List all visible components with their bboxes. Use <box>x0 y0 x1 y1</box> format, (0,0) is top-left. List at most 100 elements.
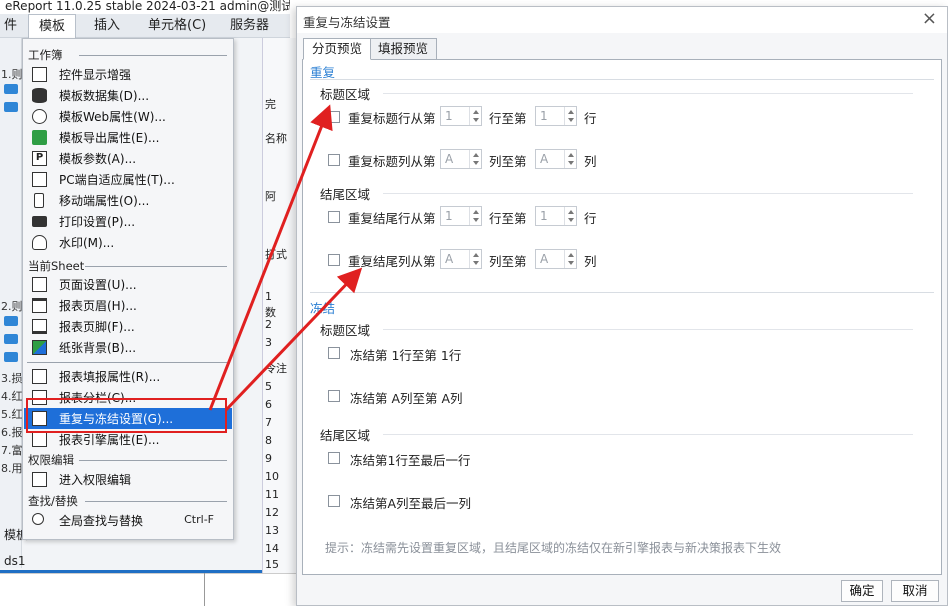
menu-item-print-settings[interactable]: 打印设置(P)... <box>24 211 232 232</box>
menu-item-web-attr[interactable]: 模板Web属性(W)... <box>24 106 232 127</box>
tab-fill-preview[interactable]: 填报预览 <box>369 38 438 60</box>
menu-item-report-header[interactable]: 报表页眉(H)... <box>24 295 232 316</box>
stepper-arrows-icon[interactable] <box>564 207 576 225</box>
freeze-title-rows-checkbox[interactable] <box>328 347 340 359</box>
dataset-name[interactable]: ds1 <box>4 554 26 568</box>
repeat-footer-row-from-stepper[interactable]: 1 <box>440 206 482 226</box>
folder-icon <box>4 352 18 362</box>
tree-item[interactable]: 8.用 <box>1 460 23 476</box>
tree-item[interactable]: 4.红 <box>1 388 23 404</box>
repeat-footer-area-heading: 结尾区域 <box>320 187 371 202</box>
sheet-area <box>0 573 300 606</box>
tab-page-preview[interactable]: 分页预览 <box>303 38 372 60</box>
menu-cell[interactable]: 单元格(C) <box>138 14 216 38</box>
footer-icon <box>32 319 47 334</box>
menu-item-label: 报表引擎属性(E)... <box>59 433 160 447</box>
tree-item[interactable]: 2.则 <box>1 298 23 314</box>
menu-item-label: 水印(M)... <box>59 236 115 250</box>
repeat-footer-rows-checkbox[interactable] <box>328 211 340 223</box>
row-number: 5 <box>265 380 272 393</box>
menu-item-page-setup[interactable]: 页面设置(U)... <box>24 274 232 295</box>
grid-label: 名称 <box>265 132 287 145</box>
menu-item-export-attr[interactable]: 模板导出属性(E)... <box>24 127 232 148</box>
stepper-value: 1 <box>445 109 453 123</box>
stepper-arrows-icon[interactable] <box>564 250 576 268</box>
freeze-footer-rows-checkbox[interactable] <box>328 452 340 464</box>
stepper-value: A <box>540 252 549 266</box>
freeze-footer-rows-label: 冻结第1行至最后一行 <box>350 453 471 468</box>
header-icon <box>32 298 47 313</box>
repeat-title-col-to-stepper[interactable]: A <box>535 149 577 169</box>
freeze-title-rows-label: 冻结第 1行至第 1行 <box>350 348 462 363</box>
row-number: 14 <box>265 542 279 555</box>
menu-template[interactable]: 模板 <box>28 14 77 38</box>
menu-item-fill-attr[interactable]: 报表填报属性(R)... <box>24 366 232 387</box>
divider <box>310 79 934 80</box>
repeat-footer-row-to-stepper[interactable]: 1 <box>535 206 577 226</box>
grid-label: 令注 <box>265 362 287 375</box>
section-find-replace: 查找/替换 <box>28 494 78 508</box>
menu-item-permission-edit[interactable]: 进入权限编辑 <box>24 469 232 490</box>
menu-item-mobile-attr[interactable]: 移动端属性(O)... <box>24 190 232 211</box>
row-number: 12 <box>265 506 279 519</box>
menu-item-paper-background[interactable]: 纸张背景(B)... <box>24 337 232 358</box>
repeat-title-rows-unit: 行 <box>584 111 597 126</box>
stepper-arrows-icon[interactable] <box>469 107 481 125</box>
tree-item[interactable]: 6.报 <box>1 424 23 440</box>
template-tree: 1.则 2.则 3.损 4.红 5.红 6.报 7.富 8.用 <box>0 38 23 568</box>
menu-insert[interactable]: 插入 <box>84 14 130 38</box>
divider <box>204 573 205 606</box>
menu-item-report-footer[interactable]: 报表页脚(F)... <box>24 316 232 337</box>
repeat-title-row-from-stepper[interactable]: 1 <box>440 106 482 126</box>
repeat-title-rows-to-label: 行至第 <box>489 111 527 126</box>
menu-item-label: 纸张背景(B)... <box>59 341 137 355</box>
repeat-title-rows-label: 重复标题行从第 <box>348 111 436 126</box>
stepper-arrows-icon[interactable] <box>469 207 481 225</box>
repeat-title-col-from-stepper[interactable]: A <box>440 149 482 169</box>
watermark-icon <box>32 235 47 250</box>
freeze-title-cols-checkbox[interactable] <box>328 390 340 402</box>
repeat-title-rows-checkbox[interactable] <box>328 111 340 123</box>
menu-item-label: 模板导出属性(E)... <box>59 131 160 145</box>
repeat-title-cols-checkbox[interactable] <box>328 154 340 166</box>
freeze-footer-cols-checkbox[interactable] <box>328 495 340 507</box>
menu-item-pc-adaptive[interactable]: PC端自适应属性(T)... <box>24 169 232 190</box>
dialog-title: 重复与冻结设置 <box>303 15 391 30</box>
stepper-arrows-icon[interactable] <box>564 150 576 168</box>
menu-item-control-display[interactable]: 控件显示增强 <box>24 64 232 85</box>
folder-icon <box>4 316 18 326</box>
tree-item[interactable]: 1.则 <box>1 66 23 82</box>
row-number: 15 <box>265 558 279 571</box>
repeat-footer-col-to-stepper[interactable]: A <box>535 249 577 269</box>
divider <box>383 93 913 94</box>
tree-item[interactable]: 3.损 <box>1 370 23 386</box>
repeat-footer-col-from-stepper[interactable]: A <box>440 249 482 269</box>
menu-item-label: 进入权限编辑 <box>59 473 132 487</box>
menu-item-label: 移动端属性(O)... <box>59 194 150 208</box>
stepper-arrows-icon[interactable] <box>469 250 481 268</box>
cell-grid[interactable]: 完 名称 阿 打式 1 数 2 3 令注 5 6 7 8 9 10 11 12 … <box>262 38 298 573</box>
stepper-arrows-icon[interactable] <box>564 107 576 125</box>
repeat-footer-cols-label: 重复结尾列从第 <box>348 254 436 269</box>
tree-item[interactable]: 5.红 <box>1 406 23 422</box>
mobile-icon <box>34 193 44 208</box>
tree-item[interactable]: 7.富 <box>1 442 23 458</box>
menu-item-dataset[interactable]: 模板数据集(D)... <box>24 85 232 106</box>
grid-label: 完 <box>265 98 276 111</box>
ok-button[interactable]: 确定 <box>841 580 883 602</box>
divider <box>383 329 913 330</box>
menu-item-parameters[interactable]: P 模板参数(A)... <box>24 148 232 169</box>
separator <box>85 501 227 502</box>
stepper-value: 1 <box>540 209 548 223</box>
menu-item-find-replace[interactable]: 全局查找与替换 Ctrl-F <box>24 510 232 531</box>
close-icon[interactable]: × <box>922 9 937 29</box>
template-menu: 工作簿 控件显示增强 模板数据集(D)... 模板Web属性(W)... 模板导… <box>22 38 234 540</box>
menu-file[interactable]: 件 <box>0 14 27 38</box>
cancel-button[interactable]: 取消 <box>891 580 939 602</box>
stepper-arrows-icon[interactable] <box>469 150 481 168</box>
repeat-title-row-to-stepper[interactable]: 1 <box>535 106 577 126</box>
dialog-titlebar: 重复与冻结设置 × <box>297 7 947 33</box>
menu-server[interactable]: 服务器 <box>220 14 279 38</box>
repeat-footer-cols-checkbox[interactable] <box>328 254 340 266</box>
menu-item-watermark[interactable]: 水印(M)... <box>24 232 232 253</box>
